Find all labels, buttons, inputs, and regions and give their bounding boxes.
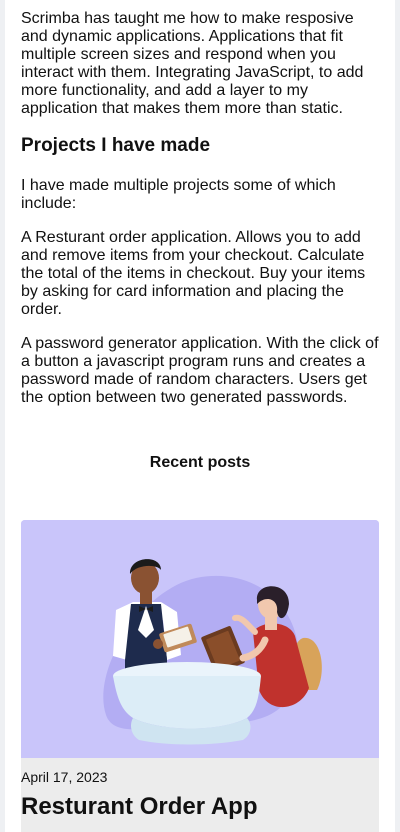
post-date: April 17, 2023 bbox=[21, 769, 108, 785]
waiter-serving-customer-illustration-icon bbox=[21, 520, 379, 758]
intro-paragraph: Scrimba has taught me how to make respos… bbox=[21, 10, 364, 117]
post-title[interactable]: Resturant Order App bbox=[21, 792, 257, 822]
post-card[interactable]: April 17, 2023 Resturant Order App bbox=[21, 520, 379, 832]
project-password-paragraph: A password generator application. With t… bbox=[21, 335, 379, 406]
recent-posts-heading: Recent posts bbox=[149, 454, 251, 471]
projects-heading: Projects I have made bbox=[21, 135, 211, 156]
project-restaurant-paragraph: A Resturant order application. Allows yo… bbox=[21, 229, 366, 318]
page: Scrimba has taught me how to make respos… bbox=[5, 0, 395, 832]
projects-intro-paragraph: I have made multiple projects some of wh… bbox=[21, 177, 336, 212]
